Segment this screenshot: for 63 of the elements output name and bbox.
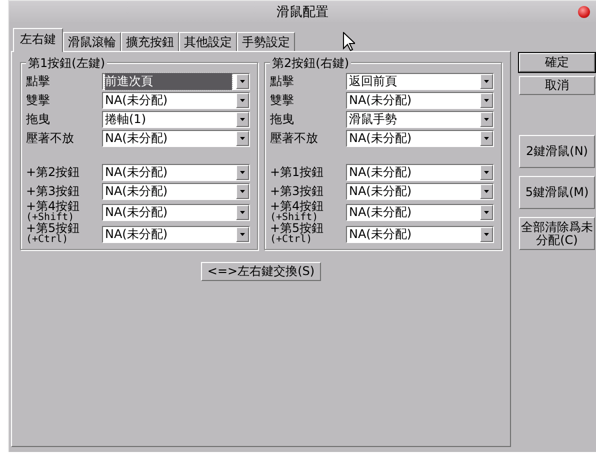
preset-button[interactable]: 全部清除爲未分配(C) (519, 217, 595, 250)
field-label: +第3按鈕 (26, 186, 81, 197)
preset-button[interactable]: 5鍵滑鼠(M) (519, 176, 595, 209)
group-title: 第2按鈕(右鍵) (270, 55, 351, 72)
field-label: +第2按鈕 (26, 167, 81, 178)
dropdown[interactable]: 滑鼠手勢 (346, 111, 494, 128)
dropdown-arrow-icon (240, 232, 245, 236)
field-label: +第5按鈕 (+Ctrl) (270, 223, 325, 245)
field-label: 雙擊 (270, 95, 295, 106)
dropdown-arrow-icon (240, 210, 245, 214)
field-label: +第3按鈕 (270, 186, 325, 197)
field-label: 壓著不放 (270, 133, 319, 144)
dropdown-arrow-icon (240, 137, 245, 140)
field-label: 拖曳 (26, 114, 51, 125)
dropdown[interactable]: NA(未分配) (102, 130, 250, 147)
dropdown[interactable]: NA(未分配) (346, 204, 494, 220)
dropdown-arrow-icon (484, 137, 489, 140)
swap-button[interactable]: <=>左右鍵交換(S) (201, 262, 321, 281)
dropdown-arrow-icon (240, 118, 245, 121)
dropdown-arrow-icon (240, 99, 245, 102)
window-title: 滑鼠配置 (276, 4, 328, 21)
dropdown[interactable]: NA(未分配) (346, 183, 494, 200)
dropdown-arrow-icon (240, 80, 245, 83)
dropdown[interactable]: 返回前頁 (346, 73, 494, 90)
field-label: +第1按鈕 (270, 167, 325, 178)
dropdown[interactable]: NA(未分配) (346, 130, 494, 147)
field-label: 壓著不放 (26, 133, 75, 144)
dropdown-arrow-icon (240, 190, 245, 193)
tab[interactable]: 手勢設定 (237, 32, 295, 51)
field-label: 點擊 (270, 76, 295, 87)
tab[interactable]: 左右鍵 (13, 28, 63, 52)
close-button[interactable] (578, 6, 590, 18)
dropdown-arrow-icon (484, 80, 489, 83)
field-label: 雙擊 (26, 95, 51, 106)
dropdown[interactable]: NA(未分配) (346, 164, 494, 181)
preset-button[interactable]: 2鍵滑鼠(N) (519, 135, 595, 168)
dropdown-arrow-icon (484, 171, 489, 174)
dropdown[interactable]: NA(未分配) (102, 183, 250, 200)
field-label: +第4按鈕 (+Shift) (270, 201, 325, 223)
field-label: +第5按鈕 (+Ctrl) (26, 223, 81, 245)
dropdown[interactable]: NA(未分配) (102, 226, 250, 242)
dropdown[interactable]: NA(未分配) (102, 92, 250, 109)
dropdown[interactable]: 捲軸(1) (102, 111, 250, 128)
dropdown[interactable]: NA(未分配) (346, 226, 494, 242)
field-label: +第4按鈕 (+Shift) (26, 201, 81, 223)
dropdown[interactable]: NA(未分配) (102, 164, 250, 181)
dropdown-arrow-icon (484, 118, 489, 121)
group-title: 第1按鈕(左鍵) (26, 55, 107, 72)
dropdown-arrow-icon (240, 171, 245, 174)
dropdown[interactable]: NA(未分配) (346, 92, 494, 109)
dialog-button[interactable]: 取消 (519, 76, 595, 95)
dropdown-arrow-icon (484, 210, 489, 214)
dialog-button[interactable]: 確定 (519, 53, 595, 72)
dropdown[interactable]: 前進次頁 (102, 73, 250, 90)
tab[interactable]: 擴充按鈕 (121, 32, 179, 51)
dropdown-arrow-icon (484, 99, 489, 102)
tab[interactable]: 其他設定 (179, 32, 237, 51)
dropdown[interactable]: NA(未分配) (102, 204, 250, 220)
tab[interactable]: 滑鼠滾輪 (63, 32, 121, 51)
dropdown-arrow-icon (484, 190, 489, 193)
field-label: 點擊 (26, 76, 51, 87)
field-label: 拖曳 (270, 114, 295, 125)
dropdown-arrow-icon (484, 232, 489, 236)
